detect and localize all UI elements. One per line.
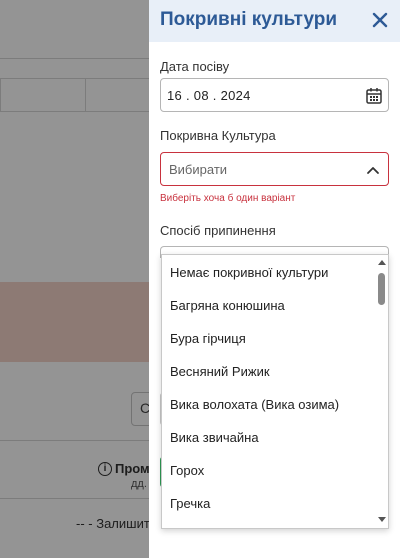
cover-crop-select[interactable]: Вибирати: [160, 152, 389, 186]
option-buckwheat[interactable]: Гречка: [170, 496, 210, 511]
panel-header: Покривні культури: [149, 0, 400, 42]
cover-crop-label: Покривна Культура: [160, 128, 276, 143]
scroll-thumb[interactable]: [378, 273, 385, 305]
panel-title: Покривні культури: [160, 9, 338, 30]
option-brown-mustard[interactable]: Бура гірчиця: [170, 331, 246, 346]
termination-method-label: Спосіб припинення: [160, 223, 276, 238]
option-crimson-clover[interactable]: Багряна конюшина: [170, 298, 285, 313]
calendar-icon[interactable]: [366, 87, 382, 104]
sowing-date-input[interactable]: 16 . 08 . 2024: [160, 78, 389, 112]
option-spring-camelina[interactable]: Весняний Рижик: [170, 364, 270, 379]
scroll-down-arrow-icon[interactable]: [378, 517, 386, 522]
cover-crop-placeholder: Вибирати: [169, 162, 228, 177]
scroll-up-arrow-icon[interactable]: [378, 260, 386, 265]
cover-crop-error: Виберіть хоча б один варіант: [160, 193, 296, 204]
sowing-date-label: Дата посіву: [160, 59, 230, 74]
sowing-date-value[interactable]: 16 . 08 . 2024: [167, 88, 251, 103]
close-icon[interactable]: [368, 8, 392, 32]
cover-crop-dropdown[interactable]: Немає покривної культури Багряна конюшин…: [161, 254, 389, 529]
option-pea[interactable]: Горох: [170, 463, 204, 478]
option-hairy-vetch[interactable]: Вика волохата (Вика озима): [170, 397, 339, 412]
chevron-up-icon[interactable]: [366, 163, 380, 175]
option-no-cover-crop[interactable]: Немає покривної культури: [170, 265, 328, 280]
dropdown-scrollbar[interactable]: [375, 255, 388, 528]
option-common-vetch[interactable]: Вика звичайна: [170, 430, 259, 445]
